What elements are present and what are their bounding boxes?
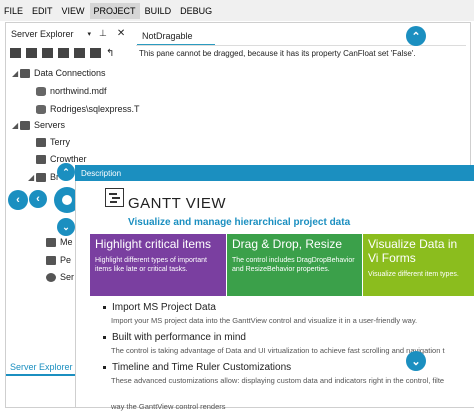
server-explorer-header: Server Explorer ▾ ⊥ ✕ [6, 26, 128, 41]
feature-desc-partial: way the GanttView control renders [111, 402, 226, 411]
tile-description: The control includes DragDropBehavior an… [232, 257, 355, 273]
feature-description: The control is taking advantage of Data … [111, 346, 445, 355]
tree-item-label: Terry [50, 137, 70, 147]
menu-item-file[interactable]: FILE [0, 3, 27, 19]
feature-tile[interactable]: Drag & Drop, Resize The control includes … [227, 234, 362, 296]
feature-title: Import MS Project Data [103, 302, 216, 313]
dropdown-icon[interactable]: ▾ [88, 30, 92, 38]
tree-item-label: Data Connections [34, 68, 106, 78]
tree-item[interactable]: Crowther [28, 152, 87, 166]
tree-item[interactable]: Terry [28, 135, 70, 149]
dock-top-chevron-icon[interactable]: ⌃ [406, 26, 426, 46]
connect-database-icon[interactable] [42, 48, 53, 58]
dock-inner-left-chevron-icon[interactable]: ‹ [29, 190, 47, 208]
bullet-icon [103, 365, 106, 369]
tab-server-explorer[interactable]: Server Explorer [6, 360, 77, 376]
tile-title: Highlight critical items [95, 237, 212, 251]
dock-down-chevron-icon[interactable]: ⌄ [57, 218, 75, 236]
feature-tile[interactable]: Highlight critical items Highlight differ… [90, 234, 226, 296]
tree-item-label: Servers [34, 120, 66, 130]
bullet-icon [103, 305, 106, 309]
floating-window-title[interactable]: Description [75, 165, 474, 181]
feature-title-text: Import MS Project Data [112, 302, 216, 313]
connect-server-icon[interactable] [58, 48, 69, 58]
server-explorer-title: Server Explorer [11, 28, 74, 39]
expand-icon[interactable]: ◢ [12, 121, 20, 130]
item-icon [46, 255, 56, 265]
tree-item-partial[interactable]: Ser [46, 270, 74, 284]
server-icon [36, 154, 46, 164]
feature-title: Timeline and Time Ruler Customizations [103, 362, 291, 373]
gantt-logo-icon [105, 188, 124, 207]
tree-item-label: northwind.mdf [50, 86, 107, 96]
tile-description: Highlight different types of important i… [95, 257, 207, 273]
tree-item-partial[interactable]: Me [46, 235, 73, 249]
back-icon[interactable]: ↰ [106, 48, 114, 59]
refresh-icon[interactable] [10, 48, 21, 58]
stop-icon[interactable] [26, 48, 37, 58]
dock-left-chevron-icon[interactable]: ‹ [8, 190, 28, 210]
menu-item-debug[interactable]: DEBUG [176, 3, 216, 19]
tree-item-partial[interactable]: Pe [46, 253, 71, 267]
tile-title: Visualize Data in Vi Forms [368, 237, 458, 265]
tree-item[interactable]: Rodriges\sqlexpress.T [28, 102, 140, 116]
expand-icon[interactable]: ◢ [28, 173, 36, 182]
database-icon [36, 86, 46, 96]
tree-item[interactable]: ◢ Br [28, 170, 59, 184]
gear-icon [46, 272, 56, 282]
feature-title-text: Built with performance in mind [112, 332, 246, 343]
feature-description: Import your MS project data into the Gan… [111, 316, 418, 325]
server-icon [20, 120, 30, 130]
tab-notdragable[interactable]: NotDragable [137, 28, 215, 46]
menu-item-project[interactable]: PROJECT [89, 2, 140, 19]
server-icon [36, 172, 46, 182]
dock-bottom-chevron-icon[interactable]: ⌄ [406, 351, 426, 371]
server-icon [36, 137, 46, 147]
properties-icon[interactable] [90, 48, 101, 58]
tree-item[interactable]: ◢ Servers [12, 118, 65, 132]
close-icon[interactable]: ✕ [117, 28, 125, 39]
tile-title: Drag & Drop, Resize [232, 237, 343, 251]
filter-icon[interactable] [74, 48, 85, 58]
pin-icon[interactable]: ⊥ [99, 28, 107, 39]
tree-item[interactable]: northwind.mdf [28, 84, 107, 98]
bullet-icon [103, 335, 106, 339]
menu-item-build[interactable]: BUILD [141, 3, 176, 19]
menu-item-view[interactable]: VIEW [58, 3, 89, 19]
dock-up-chevron-icon[interactable]: ⌃ [57, 163, 75, 181]
server-explorer-toolbar: ↰ [6, 44, 132, 62]
folder-icon [20, 68, 30, 78]
feature-title-text: Timeline and Time Ruler Customizations [112, 362, 292, 373]
tree-item[interactable]: ◢ Data Connections [12, 66, 106, 80]
menu-bar: FILE EDIT VIEW PROJECT BUILD DEBUG [0, 0, 474, 21]
item-icon [46, 237, 56, 247]
feature-description: These advanced customizations allow: dis… [111, 376, 445, 385]
menu-item-edit[interactable]: EDIT [28, 3, 57, 19]
document-text: This pane cannot be dragged, because it … [139, 49, 416, 58]
feature-tile[interactable]: Visualize Data in Vi Forms Visualize diff… [363, 234, 474, 296]
gantt-subtitle: Visualize and manage hierarchical projec… [128, 217, 351, 228]
gantt-title: GANTT VIEW [128, 195, 227, 212]
database-icon [36, 104, 46, 114]
tile-description: Visualize different item types. [368, 271, 459, 278]
feature-title: Built with performance in mind [103, 332, 246, 343]
tree-item-label: Rodriges\sqlexpress.T [50, 104, 140, 114]
expand-icon[interactable]: ◢ [12, 69, 20, 78]
